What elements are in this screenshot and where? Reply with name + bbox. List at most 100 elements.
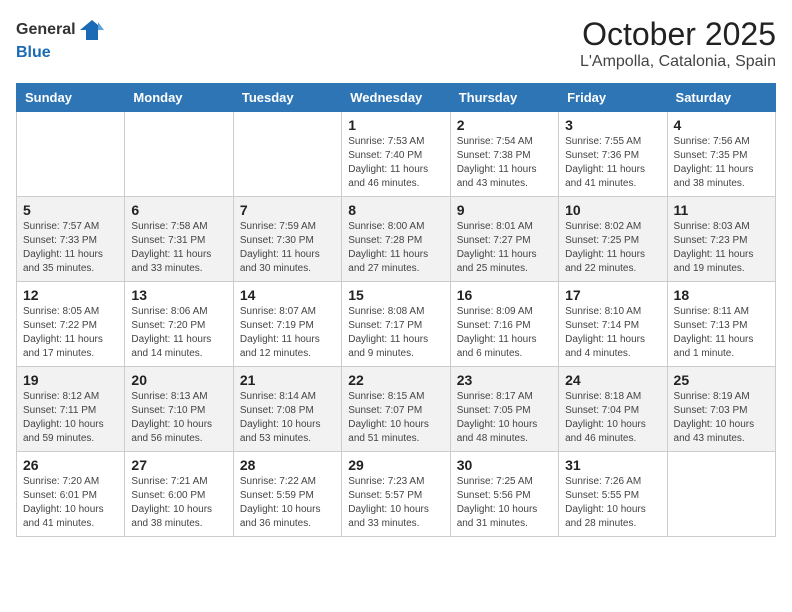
calendar-cell: 20Sunrise: 8:13 AMSunset: 7:10 PMDayligh… bbox=[125, 367, 233, 452]
day-info: Sunrise: 7:59 AMSunset: 7:30 PMDaylight:… bbox=[240, 220, 335, 276]
calendar-cell: 19 Sunrise: 8:12 AMSunset: 7:11 PMDayligh… bbox=[17, 367, 125, 452]
calendar-cell: 18 Sunrise: 8:11 AMSunset: 7:13 PMDayligh… bbox=[667, 282, 775, 367]
day-number: 6 bbox=[131, 202, 226, 218]
location-title: L'Ampolla, Catalonia, Spain bbox=[580, 53, 776, 71]
calendar-cell: 23 Sunrise: 8:17 AMSunset: 7:05 PMDayligh… bbox=[450, 367, 558, 452]
day-number: 24 bbox=[565, 372, 660, 388]
day-number: 21 bbox=[240, 372, 335, 388]
calendar-cell: 1 Sunrise: 7:53 AMSunset: 7:40 PMDaylight… bbox=[342, 112, 450, 197]
weekday-header-tuesday: Tuesday bbox=[233, 84, 341, 112]
weekday-header-wednesday: Wednesday bbox=[342, 84, 450, 112]
calendar-table: SundayMondayTuesdayWednesdayThursdayFrid… bbox=[16, 83, 776, 537]
logo-general-text: General bbox=[16, 21, 76, 39]
calendar-cell: 6 Sunrise: 7:58 AMSunset: 7:31 PMDaylight… bbox=[125, 197, 233, 282]
calendar-cell: 26Sunrise: 7:20 AMSunset: 6:01 PMDayligh… bbox=[17, 452, 125, 537]
calendar-cell: 4 Sunrise: 7:56 AMSunset: 7:35 PMDaylight… bbox=[667, 112, 775, 197]
day-info: Sunrise: 7:22 AMSunset: 5:59 PMDaylight:… bbox=[240, 475, 335, 531]
day-info: Sunrise: 7:23 AMSunset: 5:57 PMDaylight:… bbox=[348, 475, 443, 531]
day-info: Sunrise: 8:10 AMSunset: 7:14 PMDaylight:… bbox=[565, 305, 660, 361]
day-number: 18 bbox=[674, 287, 769, 303]
calendar-cell: 30 Sunrise: 7:25 AMSunset: 5:56 PMDayligh… bbox=[450, 452, 558, 537]
day-info: Sunrise: 8:12 AMSunset: 7:11 PMDaylight:… bbox=[23, 390, 118, 446]
day-number: 14 bbox=[240, 287, 335, 303]
calendar-cell bbox=[17, 112, 125, 197]
day-number: 27 bbox=[131, 457, 226, 473]
day-number: 1 bbox=[348, 117, 443, 133]
month-title: October 2025 bbox=[580, 16, 776, 53]
day-info: Sunrise: 8:15 AMSunset: 7:07 PMDaylight:… bbox=[348, 390, 443, 446]
weekday-header-friday: Friday bbox=[559, 84, 667, 112]
day-number: 5 bbox=[23, 202, 118, 218]
calendar-cell: 10 Sunrise: 8:02 AMSunset: 7:25 PMDayligh… bbox=[559, 197, 667, 282]
calendar-cell: 31Sunrise: 7:26 AMSunset: 5:55 PMDayligh… bbox=[559, 452, 667, 537]
day-info: Sunrise: 7:56 AMSunset: 7:35 PMDaylight:… bbox=[674, 135, 769, 191]
calendar-cell: 24 Sunrise: 8:18 AMSunset: 7:04 PMDayligh… bbox=[559, 367, 667, 452]
weekday-header-sunday: Sunday bbox=[17, 84, 125, 112]
day-number: 4 bbox=[674, 117, 769, 133]
day-number: 23 bbox=[457, 372, 552, 388]
day-number: 19 bbox=[23, 372, 118, 388]
day-info: Sunrise: 8:19 AMSunset: 7:03 PMDaylight:… bbox=[674, 390, 769, 446]
calendar-cell bbox=[125, 112, 233, 197]
day-info: Sunrise: 7:57 AMSunset: 7:33 PMDaylight:… bbox=[23, 220, 118, 276]
calendar-cell: 22Sunrise: 8:15 AMSunset: 7:07 PMDayligh… bbox=[342, 367, 450, 452]
day-number: 9 bbox=[457, 202, 552, 218]
day-info: Sunrise: 8:14 AMSunset: 7:08 PMDaylight:… bbox=[240, 390, 335, 446]
weekday-header-row: SundayMondayTuesdayWednesdayThursdayFrid… bbox=[17, 84, 776, 112]
day-info: Sunrise: 7:20 AMSunset: 6:01 PMDaylight:… bbox=[23, 475, 118, 531]
day-info: Sunrise: 8:18 AMSunset: 7:04 PMDaylight:… bbox=[565, 390, 660, 446]
day-number: 17 bbox=[565, 287, 660, 303]
calendar-cell: 5 Sunrise: 7:57 AMSunset: 7:33 PMDaylight… bbox=[17, 197, 125, 282]
calendar-week-row: 1 Sunrise: 7:53 AMSunset: 7:40 PMDaylight… bbox=[17, 112, 776, 197]
day-number: 13 bbox=[131, 287, 226, 303]
calendar-cell: 29 Sunrise: 7:23 AMSunset: 5:57 PMDayligh… bbox=[342, 452, 450, 537]
day-info: Sunrise: 8:02 AMSunset: 7:25 PMDaylight:… bbox=[565, 220, 660, 276]
calendar-cell: 21 Sunrise: 8:14 AMSunset: 7:08 PMDayligh… bbox=[233, 367, 341, 452]
day-number: 16 bbox=[457, 287, 552, 303]
day-number: 3 bbox=[565, 117, 660, 133]
calendar-cell: 8 Sunrise: 8:00 AMSunset: 7:28 PMDaylight… bbox=[342, 197, 450, 282]
day-info: Sunrise: 8:06 AMSunset: 7:20 PMDaylight:… bbox=[131, 305, 226, 361]
day-info: Sunrise: 7:53 AMSunset: 7:40 PMDaylight:… bbox=[348, 135, 443, 191]
calendar-cell: 16 Sunrise: 8:09 AMSunset: 7:16 PMDayligh… bbox=[450, 282, 558, 367]
day-info: Sunrise: 7:25 AMSunset: 5:56 PMDaylight:… bbox=[457, 475, 552, 531]
calendar-week-row: 26Sunrise: 7:20 AMSunset: 6:01 PMDayligh… bbox=[17, 452, 776, 537]
day-info: Sunrise: 7:55 AMSunset: 7:36 PMDaylight:… bbox=[565, 135, 660, 191]
day-number: 2 bbox=[457, 117, 552, 133]
calendar-cell: 25 Sunrise: 8:19 AMSunset: 7:03 PMDayligh… bbox=[667, 367, 775, 452]
weekday-header-monday: Monday bbox=[125, 84, 233, 112]
header: General Blue October 2025 L'Ampolla, Cat… bbox=[16, 16, 776, 71]
logo-icon bbox=[78, 16, 106, 44]
day-number: 30 bbox=[457, 457, 552, 473]
calendar-week-row: 12Sunrise: 8:05 AMSunset: 7:22 PMDayligh… bbox=[17, 282, 776, 367]
day-number: 25 bbox=[674, 372, 769, 388]
day-info: Sunrise: 8:05 AMSunset: 7:22 PMDaylight:… bbox=[23, 305, 118, 361]
weekday-header-thursday: Thursday bbox=[450, 84, 558, 112]
day-number: 11 bbox=[674, 202, 769, 218]
day-info: Sunrise: 8:03 AMSunset: 7:23 PMDaylight:… bbox=[674, 220, 769, 276]
calendar-cell: 2 Sunrise: 7:54 AMSunset: 7:38 PMDaylight… bbox=[450, 112, 558, 197]
day-number: 31 bbox=[565, 457, 660, 473]
day-number: 10 bbox=[565, 202, 660, 218]
day-info: Sunrise: 8:13 AMSunset: 7:10 PMDaylight:… bbox=[131, 390, 226, 446]
day-info: Sunrise: 8:00 AMSunset: 7:28 PMDaylight:… bbox=[348, 220, 443, 276]
day-info: Sunrise: 8:08 AMSunset: 7:17 PMDaylight:… bbox=[348, 305, 443, 361]
day-number: 29 bbox=[348, 457, 443, 473]
day-info: Sunrise: 7:21 AMSunset: 6:00 PMDaylight:… bbox=[131, 475, 226, 531]
day-info: Sunrise: 8:09 AMSunset: 7:16 PMDaylight:… bbox=[457, 305, 552, 361]
day-info: Sunrise: 7:54 AMSunset: 7:38 PMDaylight:… bbox=[457, 135, 552, 191]
day-info: Sunrise: 7:58 AMSunset: 7:31 PMDaylight:… bbox=[131, 220, 226, 276]
day-number: 8 bbox=[348, 202, 443, 218]
calendar-cell: 12Sunrise: 8:05 AMSunset: 7:22 PMDayligh… bbox=[17, 282, 125, 367]
day-info: Sunrise: 8:11 AMSunset: 7:13 PMDaylight:… bbox=[674, 305, 769, 361]
calendar-week-row: 5 Sunrise: 7:57 AMSunset: 7:33 PMDaylight… bbox=[17, 197, 776, 282]
calendar-cell: 15 Sunrise: 8:08 AMSunset: 7:17 PMDayligh… bbox=[342, 282, 450, 367]
day-number: 15 bbox=[348, 287, 443, 303]
day-info: Sunrise: 8:01 AMSunset: 7:27 PMDaylight:… bbox=[457, 220, 552, 276]
calendar-cell: 11 Sunrise: 8:03 AMSunset: 7:23 PMDayligh… bbox=[667, 197, 775, 282]
day-info: Sunrise: 8:17 AMSunset: 7:05 PMDaylight:… bbox=[457, 390, 552, 446]
title-area: October 2025 L'Ampolla, Catalonia, Spain bbox=[580, 16, 776, 71]
calendar-cell: 7 Sunrise: 7:59 AMSunset: 7:30 PMDaylight… bbox=[233, 197, 341, 282]
day-number: 7 bbox=[240, 202, 335, 218]
calendar-cell bbox=[233, 112, 341, 197]
